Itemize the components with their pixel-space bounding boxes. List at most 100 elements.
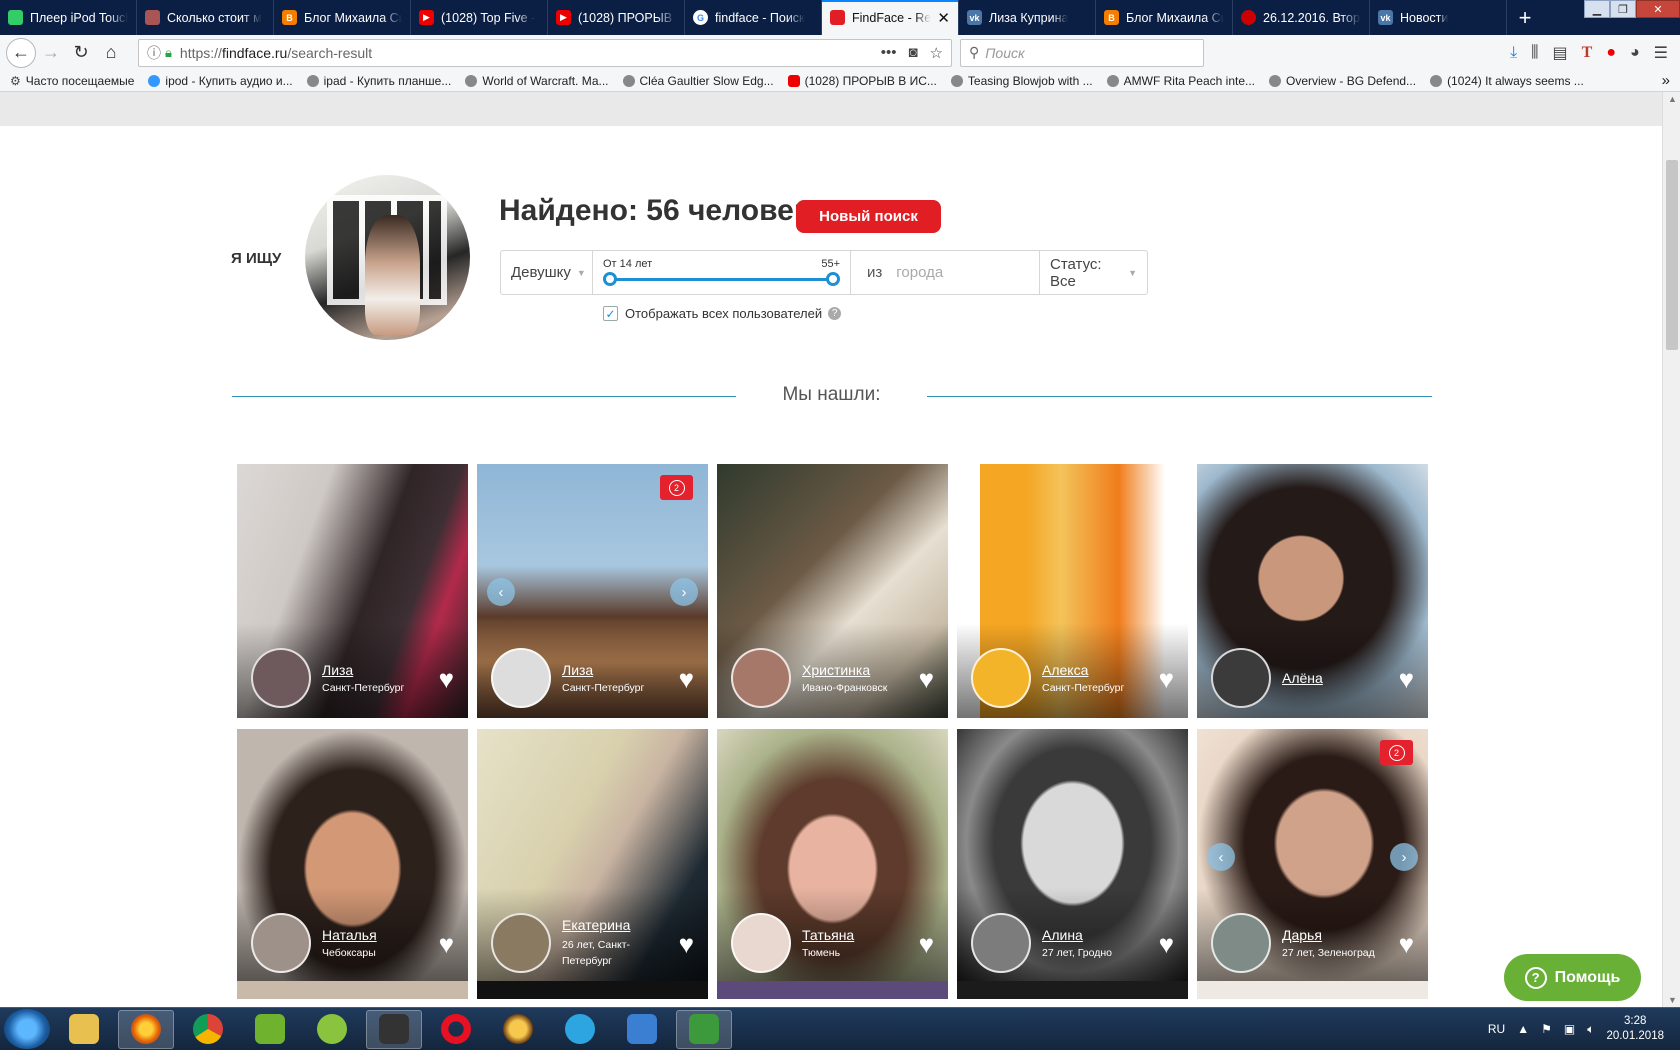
avatar[interactable] — [971, 648, 1031, 708]
bookmark-item[interactable]: ipad - Купить планше... — [306, 74, 451, 88]
new-tab-button[interactable]: + — [1507, 0, 1543, 35]
help-question-icon[interactable]: ? — [828, 307, 842, 320]
clock[interactable]: 3:28 20.01.2018 — [1606, 1014, 1664, 1044]
new-search-button[interactable]: Новый поиск — [796, 200, 941, 233]
avatar[interactable] — [251, 648, 311, 708]
next-photo-button[interactable]: › — [1390, 843, 1418, 871]
result-name[interactable]: Алина — [1042, 927, 1083, 943]
taskbar-app[interactable] — [614, 1010, 670, 1049]
age-min-handle[interactable] — [603, 272, 617, 286]
avatar[interactable] — [491, 913, 551, 973]
scroll-down-icon[interactable]: ▼ — [1668, 995, 1677, 1005]
result-card-partial[interactable] — [957, 981, 1188, 999]
browser-tab[interactable]: vk Лиза Куприна — [959, 0, 1096, 35]
result-card[interactable]: 2 ‹ › Дарья 27 лет, Зеленоград ♥ — [1197, 729, 1428, 983]
taskbar-opera[interactable] — [428, 1010, 484, 1049]
gender-select[interactable]: Девушку ▼ — [501, 251, 593, 294]
search-input[interactable]: ⚲ Поиск — [960, 38, 1204, 67]
back-button[interactable]: ← — [6, 37, 36, 68]
avatar[interactable] — [1211, 648, 1271, 708]
heart-icon[interactable]: ♥ — [1399, 931, 1414, 957]
taskbar-firefox[interactable] — [118, 1009, 174, 1049]
browser-tab[interactable]: ▶ (1028) Top Five - — [411, 0, 548, 35]
result-card[interactable]: Екатерина 26 лет, Санкт-Петербург ♥ — [477, 729, 708, 983]
heart-icon[interactable]: ♥ — [439, 931, 454, 957]
menu-icon[interactable]: ☰ — [1654, 43, 1668, 63]
age-slider[interactable]: От 14 лет 55+ — [593, 251, 851, 294]
taskbar-camera[interactable] — [366, 1009, 422, 1049]
browser-tab[interactable]: Плеер iPod Touch — [0, 0, 137, 35]
page-actions-icon[interactable]: ••• — [881, 44, 897, 62]
result-card[interactable]: Алина 27 лет, Гродно ♥ — [957, 729, 1188, 983]
browser-tab[interactable]: B Блог Михаила Си — [274, 0, 411, 35]
result-card[interactable]: Наталья Чебоксары ♥ — [237, 729, 468, 983]
help-button[interactable]: ? Помощь — [1504, 954, 1641, 1001]
browser-tab[interactable]: B Блог Михаила Си — [1096, 0, 1233, 35]
minimize-button[interactable]: ▁ — [1584, 0, 1610, 18]
sidebar-icon[interactable]: ▤ — [1553, 43, 1568, 63]
result-card[interactable]: Татьяна Тюмень ♥ — [717, 729, 948, 983]
bookmark-item[interactable]: Overview - BG Defend... — [1269, 74, 1416, 88]
browser-tab[interactable]: Gfindface - Поиск — [685, 0, 822, 35]
page-scrollbar[interactable]: ▲ ▼ — [1662, 92, 1680, 1007]
result-card-partial[interactable] — [477, 981, 708, 999]
city-input[interactable]: из города — [851, 251, 1040, 294]
bookmark-item[interactable]: ipod - Купить аудио и... — [148, 74, 293, 88]
result-name[interactable]: Лиза — [322, 662, 353, 678]
bookmark-item[interactable]: Teasing Blowjob with ... — [950, 74, 1093, 88]
result-name[interactable]: Екатерина — [562, 917, 630, 933]
avatar[interactable] — [251, 913, 311, 973]
library-icon[interactable]: ⫼ — [1531, 44, 1538, 62]
taskbar-app[interactable] — [304, 1010, 360, 1049]
result-card-partial[interactable] — [237, 981, 468, 999]
bookmark-item[interactable]: Cléa Gaultier Slow Edg... — [622, 74, 774, 88]
scroll-up-icon[interactable]: ▲ — [1668, 94, 1677, 104]
result-name[interactable]: Лиза — [562, 662, 593, 678]
browser-tab-active[interactable]: FindFace - Res ✕ — [822, 0, 959, 35]
heart-icon[interactable]: ♥ — [919, 931, 934, 957]
result-name[interactable]: Христинка — [802, 662, 870, 678]
result-name[interactable]: Алекса — [1042, 662, 1088, 678]
avatar[interactable] — [1211, 913, 1271, 973]
result-card-partial[interactable] — [717, 981, 948, 999]
bookmark-item[interactable]: AMWF Rita Peach inte... — [1106, 74, 1255, 88]
heart-icon[interactable]: ♥ — [1159, 666, 1174, 692]
adblock-icon[interactable]: ● — [1606, 44, 1616, 62]
volume-icon[interactable]: 🔈︎ — [1587, 1022, 1594, 1037]
pocket-icon[interactable]: ◙ — [908, 44, 917, 62]
close-window-button[interactable]: ✕ — [1636, 0, 1680, 18]
age-max-handle[interactable] — [826, 272, 840, 286]
prev-photo-button[interactable]: ‹ — [1207, 843, 1235, 871]
close-tab-icon[interactable]: ✕ — [931, 9, 950, 27]
tray-expand-icon[interactable]: ▲ — [1517, 1022, 1529, 1036]
status-select[interactable]: Статус: Все ▼ — [1040, 251, 1147, 294]
browser-tab[interactable]: ▶ (1028) ПРОРЫВ В — [548, 0, 685, 35]
browser-tab[interactable]: 26.12.2016. Втора — [1233, 0, 1370, 35]
browser-tab[interactable]: Сколько стоит м — [137, 0, 274, 35]
taskbar-utorrent[interactable] — [242, 1010, 298, 1049]
translate-icon[interactable]: T — [1582, 44, 1593, 62]
forward-button[interactable]: → — [36, 38, 66, 68]
info-icon[interactable]: ⓘ — [147, 43, 161, 63]
scrollbar-thumb[interactable] — [1666, 160, 1678, 350]
browser-tab[interactable]: vk Новости — [1370, 0, 1507, 35]
next-photo-button[interactable]: › — [670, 578, 698, 606]
taskbar-chrome[interactable] — [180, 1010, 236, 1049]
start-button[interactable] — [4, 1009, 50, 1049]
reload-button[interactable]: ↻ — [66, 38, 96, 68]
bookmark-star-icon[interactable]: ☆ — [930, 44, 943, 62]
checkmark-icon[interactable]: ✓ — [603, 306, 618, 321]
result-card[interactable]: Лиза Санкт-Петербург ♥ — [237, 464, 468, 718]
heart-icon[interactable]: ♥ — [679, 931, 694, 957]
heart-icon[interactable]: ♥ — [679, 666, 694, 692]
heart-icon[interactable]: ♥ — [1159, 931, 1174, 957]
result-name[interactable]: Наталья — [322, 927, 377, 943]
home-button[interactable]: ⌂ — [96, 38, 126, 68]
show-all-checkbox[interactable]: ✓ Отображать всех пользователей ? — [603, 306, 842, 321]
result-card-partial[interactable] — [1197, 981, 1428, 999]
bookmark-item[interactable]: (1028) ПРОРЫВ В ИС... — [787, 74, 937, 88]
result-card[interactable]: Алекса Санкт-Петербург ♥ — [957, 464, 1188, 718]
search-photo[interactable] — [305, 175, 470, 340]
maximize-button[interactable]: ❐ — [1610, 0, 1636, 18]
result-name[interactable]: Татьяна — [802, 927, 854, 943]
